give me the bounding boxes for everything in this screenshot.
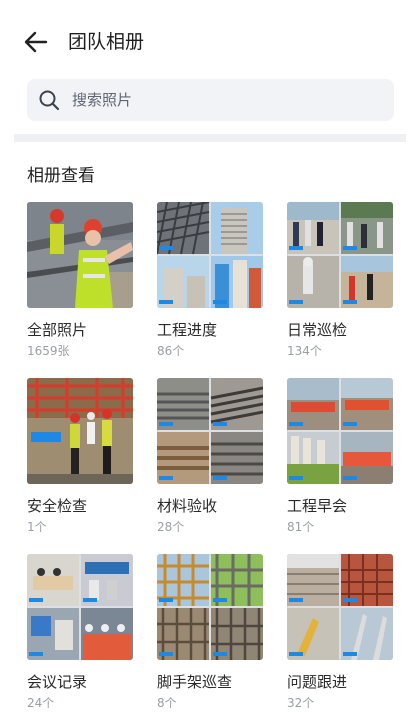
album-cover-collage xyxy=(27,554,133,660)
section-title: 相册查看 xyxy=(27,166,95,186)
album-name: 会议记录 xyxy=(27,673,88,691)
album-cover-photo xyxy=(27,202,133,308)
album-name: 脚手架巡查 xyxy=(157,673,233,691)
page-title: 团队相册 xyxy=(68,31,145,53)
search-input[interactable]: 搜索照片 xyxy=(27,79,394,121)
album-cover-collage xyxy=(287,554,393,660)
album-cover-collage xyxy=(157,554,263,660)
album-count: 32个 xyxy=(287,696,315,710)
back-arrow-icon[interactable] xyxy=(22,28,50,56)
album-count: 1个 xyxy=(27,520,47,534)
album-name: 日常巡检 xyxy=(287,321,348,339)
album-cover-collage xyxy=(287,202,393,308)
album-name: 全部照片 xyxy=(27,321,88,339)
section-divider xyxy=(14,134,406,142)
album-count: 24个 xyxy=(27,696,55,710)
album-count: 28个 xyxy=(157,520,185,534)
search-placeholder: 搜索照片 xyxy=(72,91,133,109)
album-name: 工程进度 xyxy=(157,321,218,339)
album-name: 工程早会 xyxy=(287,497,348,515)
album-cover-collage xyxy=(157,202,263,308)
album-name: 材料验收 xyxy=(157,497,218,515)
search-icon xyxy=(38,89,60,111)
album-cover-photo xyxy=(27,378,133,484)
album-count: 134个 xyxy=(287,344,322,358)
album-count: 86个 xyxy=(157,344,185,358)
album-name: 问题跟进 xyxy=(287,673,348,691)
album-count: 81个 xyxy=(287,520,315,534)
album-count: 8个 xyxy=(157,696,177,710)
album-cover-collage xyxy=(287,378,393,484)
app-header: 团队相册 xyxy=(0,0,410,80)
album-cover-collage xyxy=(157,378,263,484)
album-name: 安全检查 xyxy=(27,497,88,515)
album-count: 1659张 xyxy=(27,344,70,358)
